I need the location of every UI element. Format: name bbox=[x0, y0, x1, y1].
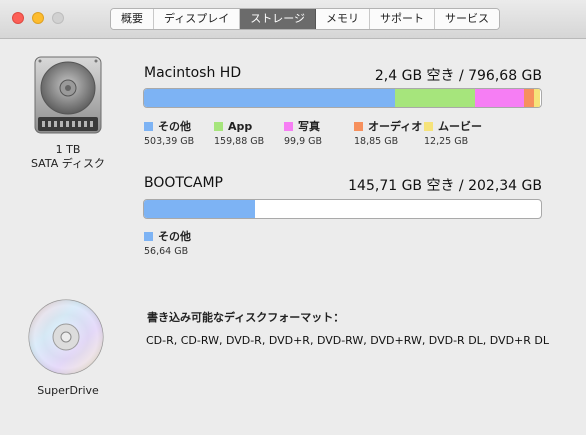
tab-bar: 概要 ディスプレイ ストレージ メモリ サポート サービス bbox=[110, 8, 501, 30]
legend-swatch bbox=[144, 121, 153, 131]
legend-item: オーディオ 18,85 GB bbox=[354, 119, 424, 147]
usage-segment bbox=[144, 200, 256, 218]
storage-legend-bootcamp: その他 56,64 GB bbox=[144, 229, 214, 257]
legend-size: 18,85 GB bbox=[354, 136, 399, 147]
legend-swatch bbox=[214, 121, 223, 131]
optical-disc-icon bbox=[28, 299, 104, 375]
legend-swatch bbox=[144, 231, 153, 241]
legend-item: App 159,88 GB bbox=[214, 119, 284, 147]
legend-size: 12,25 GB bbox=[424, 136, 469, 147]
legend-size: 503,39 GB bbox=[144, 136, 195, 147]
legend-size: 159,88 GB bbox=[214, 136, 265, 147]
superdrive-label: SuperDrive bbox=[37, 384, 99, 397]
title-bar: 概要 ディスプレイ ストレージ メモリ サポート サービス bbox=[0, 0, 586, 39]
tab-support[interactable]: サポート bbox=[370, 9, 436, 29]
disk-type: SATA ディスク bbox=[31, 157, 105, 170]
storage-usage-bar bbox=[143, 88, 542, 108]
legend-label: その他 bbox=[158, 120, 191, 133]
tab-displays[interactable]: ディスプレイ bbox=[154, 9, 241, 29]
legend-swatch bbox=[284, 121, 293, 131]
legend-label: App bbox=[228, 119, 253, 133]
usage-segment bbox=[533, 89, 540, 107]
legend-item: 写真 99,9 GB bbox=[284, 119, 354, 147]
tab-overview[interactable]: 概要 bbox=[111, 9, 154, 29]
usage-segment bbox=[144, 89, 395, 107]
legend-item: その他 56,64 GB bbox=[144, 229, 214, 257]
legend-swatch bbox=[354, 121, 363, 131]
usage-segment bbox=[524, 89, 534, 107]
tab-memory[interactable]: メモリ bbox=[316, 9, 371, 29]
tab-storage[interactable]: ストレージ bbox=[240, 9, 317, 29]
legend-label: その他 bbox=[158, 230, 191, 243]
volume-free-space-bootcamp: 145,71 GB 空き / 202,34 GB bbox=[348, 178, 542, 194]
storage-usage-bar-bootcamp bbox=[143, 199, 542, 219]
volume-name: Macintosh HD bbox=[144, 65, 242, 81]
legend-item: その他 503,39 GB bbox=[144, 119, 214, 147]
writable-formats-list: CD-R, CD-RW, DVD-R, DVD+R, DVD-RW, DVD+R… bbox=[146, 334, 550, 347]
legend-label: オーディオ bbox=[368, 120, 423, 133]
writable-formats-heading: 書き込み可能なディスクフォーマット： bbox=[147, 311, 345, 324]
disk-capacity: 1 TB bbox=[55, 143, 81, 156]
legend-item: ムービー 12,25 GB bbox=[424, 119, 494, 147]
usage-segment bbox=[474, 89, 525, 107]
usage-segment bbox=[394, 89, 475, 107]
volume-free-space: 2,4 GB 空き / 796,68 GB bbox=[374, 68, 542, 84]
volume-name-bootcamp: BOOTCAMP bbox=[144, 175, 224, 191]
legend-label: ムービー bbox=[438, 120, 482, 133]
hard-drive-icon bbox=[34, 56, 102, 134]
legend-size: 56,64 GB bbox=[144, 246, 189, 257]
storage-window: 概要 ディスプレイ ストレージ メモリ サポート サービス 1 TB SATA … bbox=[0, 0, 586, 435]
legend-swatch bbox=[424, 121, 433, 131]
legend-size: 99,9 GB bbox=[284, 136, 323, 147]
legend-label: 写真 bbox=[298, 120, 320, 133]
tab-service[interactable]: サービス bbox=[435, 9, 500, 29]
storage-legend: その他 503,39 GB App 159,88 GB 写真 99,9 GB オーディオ 18… bbox=[144, 119, 494, 147]
close-button[interactable] bbox=[12, 12, 24, 24]
zoom-button[interactable] bbox=[52, 12, 64, 24]
minimize-button[interactable] bbox=[32, 12, 44, 24]
